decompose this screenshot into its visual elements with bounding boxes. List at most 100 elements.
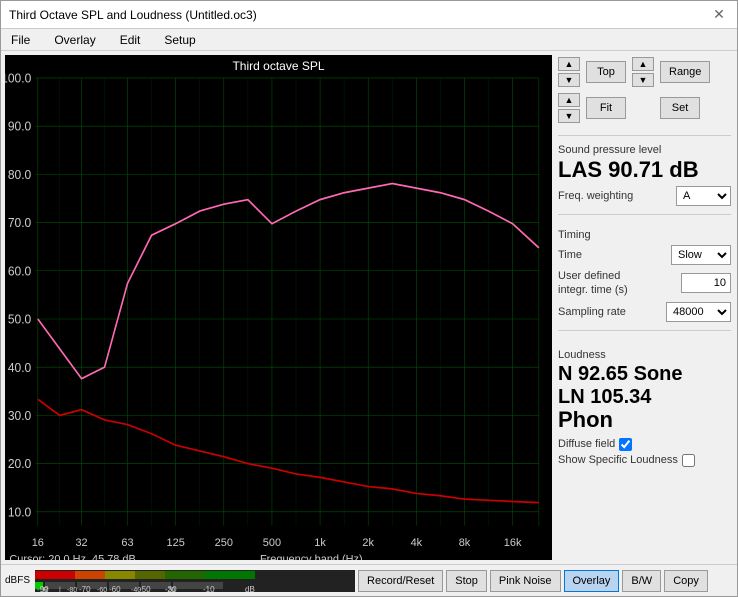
dbfs-label: dBFS (5, 575, 30, 586)
overlay-button[interactable]: Overlay (564, 570, 620, 592)
freq-weighting-label: Freq. weighting (558, 190, 633, 202)
top-up-button[interactable]: ▲ (558, 57, 580, 71)
loudness-section: Loudness N 92.65 Sone LN 105.34 Phon Dif… (558, 343, 731, 467)
user-integr-row: User definedintegr. time (s) (558, 269, 731, 298)
menu-setup[interactable]: Setup (158, 31, 201, 49)
diffuse-field-checkbox[interactable] (619, 438, 632, 451)
top-button[interactable]: Top (586, 61, 626, 83)
set-button[interactable]: Set (660, 97, 700, 119)
diffuse-field-row: Diffuse field (558, 438, 731, 451)
svg-text:dB: dB (245, 585, 255, 592)
fit-up-button[interactable]: ▲ (558, 93, 580, 107)
svg-text:20.0: 20.0 (8, 457, 32, 471)
time-row: Time Fast Slow Impulse Leq (558, 245, 731, 265)
spl-section-label: Sound pressure level (558, 144, 731, 156)
svg-text:30.0: 30.0 (8, 409, 32, 423)
svg-text:-60: -60 (97, 587, 107, 592)
range-button[interactable]: Range (660, 61, 710, 83)
freq-weighting-select[interactable]: A B C Z (676, 186, 731, 206)
level-meter-svg: -90 -70 -60 -50 -30 -10 dB R | -80 -60 -… (35, 570, 355, 592)
svg-text:-40: -40 (131, 587, 141, 592)
time-label: Time (558, 249, 582, 261)
sampling-rate-select[interactable]: 44100 48000 88200 96000 (666, 302, 731, 322)
loudness-title: Loudness (558, 349, 731, 361)
svg-text:-80: -80 (67, 587, 77, 592)
nav-controls-2: ▲ ▼ Fit Set (558, 93, 731, 123)
svg-text:4k: 4k (411, 537, 423, 549)
pink-noise-button[interactable]: Pink Noise (490, 570, 561, 592)
user-integr-label: User definedintegr. time (s) (558, 269, 628, 298)
bw-button[interactable]: B/W (622, 570, 661, 592)
show-specific-label: Show Specific Loudness (558, 454, 678, 466)
svg-text:90.0: 90.0 (8, 119, 32, 133)
chart-svg: 100.0 90.0 80.0 70.0 60.0 50.0 40.0 30.0… (5, 55, 552, 560)
svg-text:60.0: 60.0 (8, 264, 32, 278)
menu-overlay[interactable]: Overlay (48, 31, 101, 49)
svg-text:100.0: 100.0 (5, 71, 31, 85)
svg-text:2k: 2k (362, 537, 374, 549)
range-nav-group: ▲ ▼ (632, 57, 654, 87)
close-button[interactable]: ✕ (709, 5, 729, 25)
svg-text:-70: -70 (79, 585, 91, 592)
time-select[interactable]: Fast Slow Impulse Leq (671, 245, 731, 265)
user-integr-input[interactable] (681, 273, 731, 293)
menu-bar: File Overlay Edit Setup (1, 29, 737, 51)
svg-text:125: 125 (167, 537, 185, 549)
timing-title: Timing (558, 229, 731, 241)
sampling-rate-row: Sampling rate 44100 48000 88200 96000 (558, 302, 731, 322)
svg-text:1k: 1k (314, 537, 326, 549)
bottom-bar: dBFS -90 (1, 564, 737, 596)
svg-text:16: 16 (32, 537, 44, 549)
svg-text:R: R (43, 587, 48, 592)
fit-button[interactable]: Fit (586, 97, 626, 119)
spl-value: LAS 90.71 dB (558, 158, 731, 182)
svg-text:50.0: 50.0 (8, 312, 32, 326)
svg-text:-60: -60 (109, 585, 121, 592)
right-panel: ▲ ▼ Top ▲ ▼ Range ▲ ▼ Fit Set (552, 51, 737, 564)
range-up-button[interactable]: ▲ (632, 57, 654, 71)
svg-text:Cursor: 20.0 Hz, 45.78 dB: Cursor: 20.0 Hz, 45.78 dB (9, 553, 135, 560)
main-window: Third Octave SPL and Loudness (Untitled.… (0, 0, 738, 597)
diffuse-field-label: Diffuse field (558, 438, 615, 450)
title-bar: Third Octave SPL and Loudness (Untitled.… (1, 1, 737, 29)
main-content: Third octave SPL dB ARTA 100. (1, 51, 737, 564)
chart-area: Third octave SPL dB ARTA 100. (5, 55, 552, 560)
svg-text:-10: -10 (203, 585, 215, 592)
stop-button[interactable]: Stop (446, 570, 487, 592)
menu-edit[interactable]: Edit (114, 31, 147, 49)
svg-text:|: | (59, 587, 61, 592)
top-nav-group: ▲ ▼ (558, 57, 580, 87)
chart-title: Third octave SPL (232, 59, 324, 73)
level-meter: -90 -70 -60 -50 -30 -10 dB R | -80 -60 -… (35, 570, 355, 592)
svg-text:40.0: 40.0 (8, 361, 32, 375)
svg-text:16k: 16k (504, 537, 522, 549)
fit-down-button[interactable]: ▼ (558, 109, 580, 123)
sampling-rate-label: Sampling rate (558, 306, 626, 318)
svg-text:Frequency band (Hz): Frequency band (Hz) (260, 553, 363, 560)
svg-text:80.0: 80.0 (8, 168, 32, 182)
svg-text:32: 32 (75, 537, 87, 549)
svg-text:63: 63 (121, 537, 133, 549)
menu-file[interactable]: File (5, 31, 36, 49)
copy-button[interactable]: Copy (664, 570, 708, 592)
spl-section: Sound pressure level LAS 90.71 dB Freq. … (558, 144, 731, 206)
svg-text:500: 500 (263, 537, 281, 549)
record-reset-button[interactable]: Record/Reset (358, 570, 443, 592)
loudness-phon-value: Phon (558, 409, 731, 435)
loudness-n-value: N 92.65 Sone (558, 363, 731, 386)
top-down-button[interactable]: ▼ (558, 73, 580, 87)
svg-text:-20: -20 (165, 587, 175, 592)
range-down-button[interactable]: ▼ (632, 73, 654, 87)
fit-nav-group: ▲ ▼ (558, 93, 580, 123)
freq-weighting-row: Freq. weighting A B C Z (558, 186, 731, 206)
show-specific-row: Show Specific Loudness (558, 454, 731, 467)
nav-controls: ▲ ▼ Top ▲ ▼ Range (558, 57, 731, 87)
bottom-buttons: Record/Reset Stop Pink Noise Overlay B/W… (358, 570, 708, 592)
timing-section: Timing Time Fast Slow Impulse Leq User d… (558, 223, 731, 322)
window-title: Third Octave SPL and Loudness (Untitled.… (9, 8, 257, 22)
svg-text:70.0: 70.0 (8, 216, 32, 230)
svg-text:8k: 8k (459, 537, 471, 549)
loudness-ln-value: LN 105.34 (558, 386, 731, 409)
show-specific-checkbox[interactable] (682, 454, 695, 467)
svg-text:10.0: 10.0 (8, 505, 32, 519)
